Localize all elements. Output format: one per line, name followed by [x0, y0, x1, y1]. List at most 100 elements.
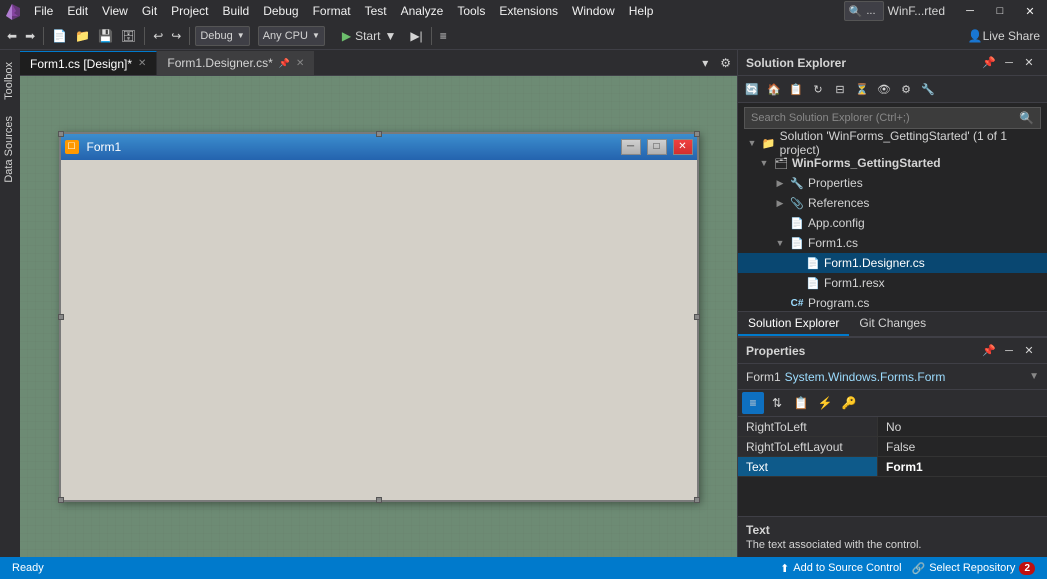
props-pin-button[interactable]: 📌: [979, 341, 999, 361]
menu-project[interactable]: Project: [165, 2, 214, 20]
menu-build[interactable]: Build: [217, 2, 256, 20]
tab-form1-designer-close-icon[interactable]: ✕: [296, 58, 304, 69]
form-window[interactable]: ☐ Form1 ─ □ ✕: [59, 132, 699, 502]
right-panel: Solution Explorer 📌 ─ ✕ 🔄 🏠 📋 ↻ ⊟ ⏳ 👁 ⚙ …: [737, 50, 1047, 557]
open-button[interactable]: 📁: [72, 25, 93, 47]
prop-row-righttoleft[interactable]: RightToLeft No: [738, 417, 1047, 437]
se-wrench-button[interactable]: 🔧: [918, 79, 938, 99]
resize-bottom-handle[interactable]: [376, 497, 382, 503]
close-button[interactable]: ✕: [1017, 3, 1043, 19]
resize-top-handle[interactable]: [376, 131, 382, 137]
se-close-button[interactable]: ✕: [1019, 53, 1039, 73]
se-view-button[interactable]: 👁: [874, 79, 894, 99]
menu-help[interactable]: Help: [623, 2, 660, 20]
se-sync-button[interactable]: 🔄: [742, 79, 762, 99]
back-button[interactable]: ⬅: [4, 25, 20, 47]
form-restore-button[interactable]: □: [647, 139, 667, 155]
tab-solution-explorer[interactable]: Solution Explorer: [738, 312, 849, 336]
se-refresh-button[interactable]: ↻: [808, 79, 828, 99]
se-pending-button[interactable]: ⏳: [852, 79, 872, 99]
props-events-button[interactable]: ⚡: [814, 392, 836, 414]
cpu-config-dropdown[interactable]: Any CPU ▼: [258, 26, 325, 46]
redo-button[interactable]: ↪: [168, 25, 184, 47]
resize-right-handle[interactable]: [694, 314, 700, 320]
cpu-config-label: Any CPU: [263, 30, 308, 42]
tab-form1-design[interactable]: Form1.cs [Design]* ✕: [20, 51, 157, 75]
menu-file[interactable]: File: [28, 2, 59, 20]
se-properties-button[interactable]: 📋: [786, 79, 806, 99]
se-collapse-button[interactable]: ⊟: [830, 79, 850, 99]
se-home-button[interactable]: 🏠: [764, 79, 784, 99]
se-form1designer-node[interactable]: ▶ 📄 Form1.Designer.cs: [738, 253, 1047, 273]
se-settings-button[interactable]: ⚙: [896, 79, 916, 99]
restore-button[interactable]: □: [987, 3, 1013, 19]
se-appconfig-node[interactable]: ▶ 📄 App.config: [738, 213, 1047, 233]
properties-object-type: System.Windows.Forms.Form: [785, 370, 946, 384]
undo-button[interactable]: ↩: [150, 25, 166, 47]
tab-form1-design-close-icon[interactable]: ✕: [138, 58, 146, 69]
se-search-box[interactable]: 🔍: [744, 107, 1041, 129]
se-search-input[interactable]: [751, 112, 1015, 124]
se-form1cs-node[interactable]: ▼ 📄 Form1.cs: [738, 233, 1047, 253]
se-form1resx-node[interactable]: ▶ 📄 Form1.resx: [738, 273, 1047, 293]
menu-window[interactable]: Window: [566, 2, 621, 20]
start-button[interactable]: ▶ Start ▼: [333, 25, 405, 47]
tab-git-changes[interactable]: Git Changes: [849, 312, 936, 336]
step-over-button[interactable]: ▶|: [407, 25, 425, 47]
resize-ne-handle[interactable]: [694, 131, 700, 137]
minimize-button[interactable]: ─: [957, 3, 983, 19]
properties-object-selector[interactable]: Form1 System.Windows.Forms.Form ▼: [738, 364, 1047, 390]
menu-extensions[interactable]: Extensions: [493, 2, 564, 20]
form1designer-label: Form1.Designer.cs: [824, 256, 925, 270]
props-close-button[interactable]: ✕: [1019, 341, 1039, 361]
menu-bar: File Edit View Git Project Build Debug F…: [0, 0, 1047, 22]
menu-edit[interactable]: Edit: [61, 2, 94, 20]
resize-sw-handle[interactable]: [58, 497, 64, 503]
tab-form1-designer[interactable]: Form1.Designer.cs* 📌 ✕: [157, 51, 315, 75]
menu-tools[interactable]: Tools: [451, 2, 491, 20]
status-source-control[interactable]: ⬆ Add to Source Control: [776, 562, 905, 575]
debug-config-dropdown[interactable]: Debug ▼: [195, 26, 249, 46]
props-category-button[interactable]: ≡: [742, 392, 764, 414]
more-toolbar[interactable]: ≡: [437, 25, 450, 47]
status-select-repo[interactable]: 🔗 Select Repository 2: [908, 562, 1039, 575]
menu-view[interactable]: View: [96, 2, 134, 20]
se-references-node[interactable]: ▶ 📎 References: [738, 193, 1047, 213]
resize-left-handle[interactable]: [58, 314, 64, 320]
new-file-button[interactable]: 📄: [49, 25, 70, 47]
save-all-button[interactable]: 🗄: [118, 25, 139, 47]
references-icon: 📎: [790, 197, 804, 210]
toolbox-tab[interactable]: Toolbox: [1, 54, 19, 108]
repo-icon: 🔗: [912, 562, 926, 575]
tab-settings-button[interactable]: ⚙: [714, 51, 737, 75]
se-auto-hide-button[interactable]: ─: [999, 53, 1019, 73]
prop-row-righttoleftlayout[interactable]: RightToLeftLayout False: [738, 437, 1047, 457]
props-alpha-button[interactable]: ⇅: [766, 392, 788, 414]
props-auto-hide-button[interactable]: ─: [999, 341, 1019, 361]
data-sources-tab[interactable]: Data Sources: [1, 108, 19, 191]
live-share-button[interactable]: 👤 Live Share: [965, 25, 1043, 47]
resize-se-handle[interactable]: [694, 497, 700, 503]
form-close-button[interactable]: ✕: [673, 139, 693, 155]
forward-button[interactable]: ➡: [22, 25, 38, 47]
tab-overflow-button[interactable]: ▾: [696, 51, 714, 75]
menu-git[interactable]: Git: [136, 2, 163, 20]
form-minimize-button[interactable]: ─: [621, 139, 641, 155]
se-properties-node[interactable]: ▶ 🔧 Properties: [738, 173, 1047, 193]
se-pin-button[interactable]: 📌: [979, 53, 999, 73]
save-button[interactable]: 💾: [95, 25, 116, 47]
se-programcs-node[interactable]: ▶ C# Program.cs: [738, 293, 1047, 311]
menu-format[interactable]: Format: [307, 2, 357, 20]
form1resx-label: Form1.resx: [824, 276, 885, 290]
props-properties-button[interactable]: 📋: [790, 392, 812, 414]
resize-nw-handle[interactable]: [58, 131, 64, 137]
properties-object-dropdown-icon[interactable]: ▼: [1029, 371, 1039, 382]
props-proppage-button[interactable]: 🔑: [838, 392, 860, 414]
prop-row-text[interactable]: Text Form1: [738, 457, 1047, 477]
search-box[interactable]: 🔍 ...: [844, 1, 884, 21]
se-solution-node[interactable]: ▼ 📁 Solution 'WinForms_GettingStarted' (…: [738, 133, 1047, 153]
menu-debug[interactable]: Debug: [257, 2, 304, 20]
menu-test[interactable]: Test: [359, 2, 393, 20]
tab-pin-icon: 📌: [279, 58, 290, 69]
menu-analyze[interactable]: Analyze: [395, 2, 450, 20]
